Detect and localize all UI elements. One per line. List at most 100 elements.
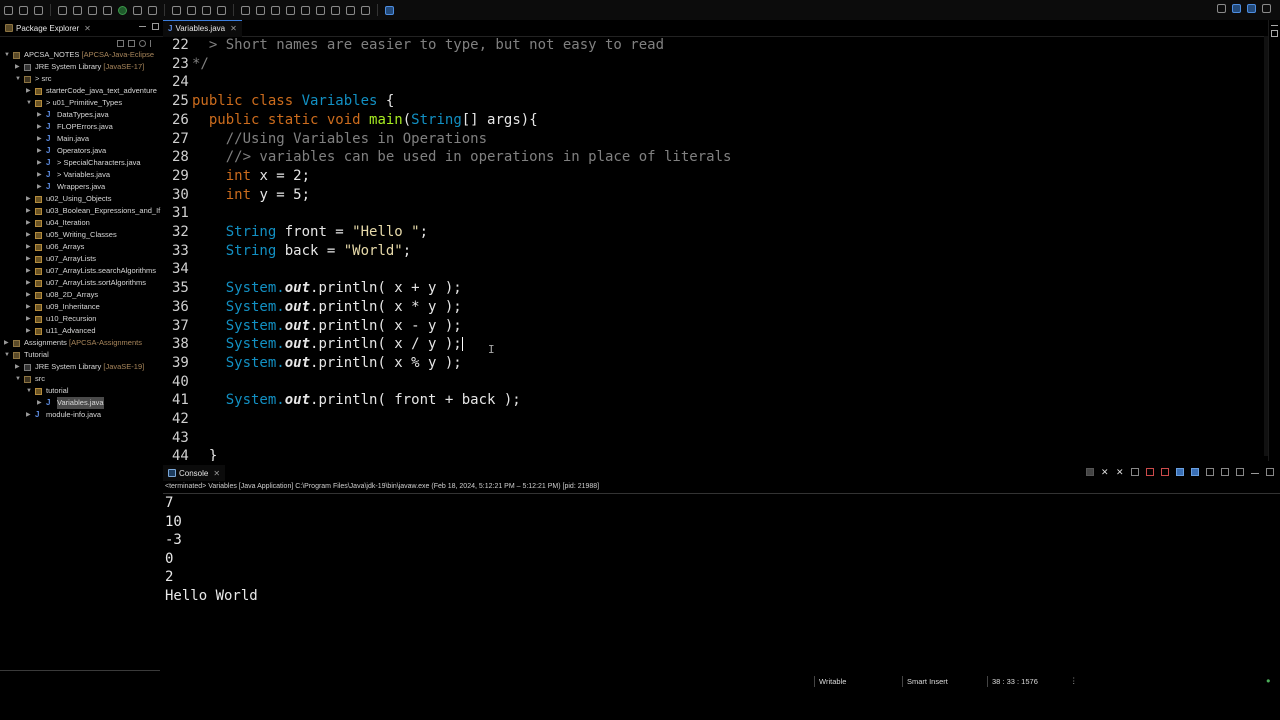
chevron-down-icon[interactable]: ▼ [4,349,10,361]
perspective-icon[interactable] [1232,4,1241,13]
minimize-icon[interactable] [1271,25,1278,26]
chevron-right-icon[interactable]: ▶ [37,397,43,409]
progress-icon[interactable]: ● [1266,676,1271,685]
chevron-right-icon[interactable]: ▶ [4,337,10,349]
tree-item[interactable]: ▶ u02_Using_Objects [0,193,163,205]
tab-variables-java[interactable]: J Variables.java ✕ [163,20,242,37]
tab-console[interactable]: Console ✕ [163,465,226,481]
show-whitespace-icon[interactable] [271,5,280,15]
chevron-right-icon[interactable]: ▶ [26,229,32,241]
search-icon[interactable] [217,5,226,15]
maximize-icon[interactable] [1271,30,1278,37]
toggle-mark-occurrences-icon[interactable] [241,5,250,15]
minimize-icon[interactable] [1251,470,1259,474]
tree-item[interactable]: ▶ starterCode_java_text_adventure [0,85,163,97]
chevron-right-icon[interactable]: ▶ [26,409,32,421]
chevron-right-icon[interactable]: ▶ [15,61,21,73]
show-on-stdout-icon[interactable] [1176,468,1184,476]
collapse-all-icon[interactable] [117,39,124,47]
debug-icon[interactable] [103,5,112,15]
tree-item[interactable]: ▶ u07_ArrayLists.sortAlgorithms [0,277,163,289]
clear-console-icon[interactable] [1131,468,1139,476]
tree-item[interactable]: ▶ J > SpecialCharacters.java [0,157,163,169]
tree-item[interactable]: ▶ u09_Inheritance [0,301,163,313]
chevron-down-icon[interactable]: ▼ [26,97,32,109]
external-tools-icon[interactable] [148,5,157,15]
chevron-right-icon[interactable]: ▶ [26,85,32,97]
save-all-icon[interactable] [34,5,43,15]
chevron-down-icon[interactable]: ▼ [4,49,10,61]
tree-item[interactable]: ▼ APCSA_NOTES [APCSA-Java-Eclipse [0,49,163,61]
tab-package-explorer[interactable]: Package Explorer ✕ [0,20,96,36]
tree-item[interactable]: ▶ J FLOPErrors.java [0,121,163,133]
tree-item[interactable]: ▶ u05_Writing_Classes [0,229,163,241]
pin-console-icon[interactable] [1206,468,1214,476]
chevron-right-icon[interactable]: ▶ [37,169,43,181]
tree-item[interactable]: ▼ Tutorial [0,349,163,361]
word-wrap-icon[interactable] [1161,468,1169,476]
tree-item[interactable]: ▶ J Operators.java [0,145,163,157]
save-icon[interactable] [19,5,28,15]
open-type-icon[interactable] [187,5,196,15]
tree-item[interactable]: ▶ u06_Arrays [0,241,163,253]
tree-item[interactable]: ▶ u03_Boolean_Expressions_and_If [0,205,163,217]
chevron-right-icon[interactable]: ▶ [37,133,43,145]
maximize-icon[interactable] [1266,468,1274,476]
scroll-lock-icon[interactable] [1146,468,1154,476]
maximize-icon[interactable] [152,23,159,30]
chevron-right-icon[interactable]: ▶ [37,181,43,193]
new-class-icon[interactable] [172,5,181,15]
show-on-stderr-icon[interactable] [1191,468,1199,476]
tree-item[interactable]: ▼ > u01_Primitive_Types [0,97,163,109]
tree-item[interactable]: ▶ J Main.java [0,133,163,145]
tree-item[interactable]: ▶ u08_2D_Arrays [0,289,163,301]
chevron-right-icon[interactable]: ▶ [37,145,43,157]
tree-item[interactable]: ▶ u07_ArrayLists.searchAlgorithms [0,265,163,277]
tree-item[interactable]: ▶ J DataTypes.java [0,109,163,121]
skip-breakpoints-icon[interactable] [88,5,97,15]
tree-item[interactable]: ▼ > src [0,73,163,85]
open-console-icon[interactable] [1236,468,1244,476]
toggle-breadcrumb-icon[interactable] [256,5,265,15]
previous-annotation-icon[interactable] [316,5,325,15]
chevron-right-icon[interactable]: ▶ [37,109,43,121]
last-edit-location-icon[interactable] [331,5,340,15]
chevron-right-icon[interactable]: ▶ [26,325,32,337]
tree-item[interactable]: ▶ Assignments [APCSA-Assignments [0,337,163,349]
tree-item[interactable]: ▶ J Wrappers.java [0,181,163,193]
tree-item[interactable]: ▶ Jmodule-info.java [0,409,163,421]
debug-perspective-icon[interactable] [1262,4,1271,13]
console-output[interactable]: 7 10 -3 0 2 Hello World [163,494,1280,606]
chevron-right-icon[interactable]: ▶ [15,361,21,373]
tree-item[interactable]: ▶ JRE System Library [JavaSE-17] [0,61,163,73]
pin-editor-icon[interactable] [385,5,394,15]
tree-item[interactable]: ▼ src [0,373,163,385]
chevron-right-icon[interactable]: ▶ [26,265,32,277]
tree-item[interactable]: ▶ J Variables.java [0,397,163,409]
java-perspective-icon[interactable] [1247,4,1256,13]
remove-launch-icon[interactable]: ✕ [1101,468,1109,477]
next-annotation-icon[interactable] [301,5,310,15]
close-icon[interactable]: ✕ [84,24,91,33]
open-task-icon[interactable] [202,5,211,15]
new-icon[interactable] [4,5,13,15]
back-icon[interactable] [346,5,355,15]
forward-icon[interactable] [361,5,370,15]
coverage-icon[interactable] [133,5,142,15]
chevron-right-icon[interactable]: ▶ [26,217,32,229]
chevron-right-icon[interactable]: ▶ [26,193,32,205]
close-icon[interactable]: ✕ [230,24,237,33]
minimize-icon[interactable] [139,23,146,27]
show-paragraph-icon[interactable] [286,5,295,15]
chevron-right-icon[interactable]: ▶ [26,289,32,301]
display-console-icon[interactable] [1221,468,1229,476]
view-menu-icon[interactable] [150,39,157,47]
remove-all-launches-icon[interactable]: ✕ [1116,468,1124,477]
chevron-right-icon[interactable]: ▶ [26,301,32,313]
chevron-right-icon[interactable]: ▶ [26,277,32,289]
run-icon[interactable] [118,5,127,15]
chevron-right-icon[interactable]: ▶ [26,313,32,325]
close-icon[interactable]: ✕ [213,469,220,478]
global-search-icon[interactable] [1217,4,1226,13]
tree-item[interactable]: ▶ J > Variables.java [0,169,163,181]
